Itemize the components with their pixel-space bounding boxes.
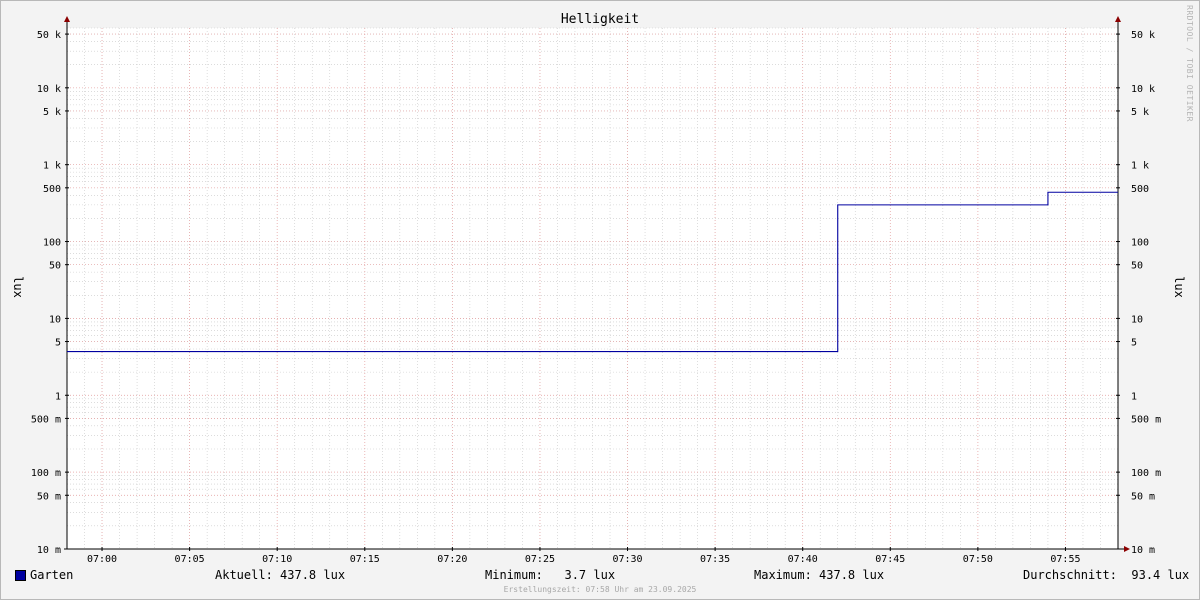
x-tick-label: 07:55 — [1050, 554, 1080, 565]
x-tick-label: 07:00 — [87, 554, 117, 565]
x-tick-label: 07:10 — [262, 554, 292, 565]
watermark: RRDTOOL / TOBI OETIKER — [1185, 5, 1194, 122]
y-tick-label-left: 10 — [49, 314, 61, 325]
y-axis-arrow-right — [1115, 16, 1121, 22]
y-tick-label-left: 50 m — [37, 491, 61, 502]
creation-timestamp: Erstellungszeit: 07:58 Uhr am 23.09.2025 — [503, 585, 697, 594]
y-tick-label-right: 5 — [1131, 338, 1137, 349]
y-tick-label-right: 500 m — [1131, 414, 1161, 425]
x-tick-label: 07:45 — [875, 554, 905, 565]
y-tick-label-right: 1 k — [1131, 161, 1149, 172]
legend-average: Durchschnitt: 93.4 lux — [1023, 568, 1190, 582]
y-tick-label-right: 10 k — [1131, 84, 1155, 95]
y-tick-label-right: 50 — [1131, 261, 1143, 272]
legend: Garten Aktuell: 437.8 lux Minimum: 3.7 l… — [0, 568, 1200, 584]
y-tick-label-left: 5 — [55, 338, 61, 349]
legend-minimum: Minimum: 3.7 lux — [485, 568, 616, 582]
y-tick-label-left: 100 — [43, 238, 61, 249]
y-tick-labels-left: 50 k 10 k 5 k 1 k 500 100 50 10 5 1 500 m 100 m 50 m… — [31, 30, 61, 556]
legend-series-name: Garten — [30, 568, 74, 582]
y-tick-label-left: 10 m — [37, 545, 61, 556]
y-tick-label-left: 500 m — [31, 414, 61, 425]
y-tick-label-right: 100 m — [1131, 468, 1161, 479]
y-tick-label-right: 100 — [1131, 238, 1149, 249]
x-tick-label: 07:20 — [437, 554, 467, 565]
y-tick-label-left: 5 k — [43, 107, 61, 118]
y-tick-label-left: 500 — [43, 184, 61, 195]
y-tick-label-right: 50 m — [1131, 491, 1155, 502]
legend-current: Aktuell: 437.8 lux — [215, 568, 346, 582]
y-tick-labels-right: 50 k 10 k 5 k 1 k 500 100 50 10 5 1 500 m 100 m 50 m… — [1131, 30, 1161, 556]
chart-title: Helligkeit — [561, 12, 639, 27]
x-tick-label: 07:15 — [350, 554, 380, 565]
y-axis-label-left: lux — [11, 276, 25, 298]
x-tick-labels: 07:00 07:05 07:10 07:15 07:20 07:25 07:30 07:35… — [87, 554, 1081, 565]
x-tick-label: 07:40 — [788, 554, 818, 565]
legend-maximum: Maximum: 437.8 lux — [754, 568, 885, 582]
chart-svg: 50 k 10 k 5 k 1 k 500 100 50 10 5 1 500 m 100 m 50 m… — [11, 5, 1194, 565]
x-tick-label: 07:30 — [612, 554, 642, 565]
x-tick-label: 07:35 — [700, 554, 730, 565]
y-tick-label-right: 50 k — [1131, 30, 1155, 41]
y-tick-label-left: 1 k — [43, 161, 61, 172]
y-tick-label-right: 5 k — [1131, 107, 1149, 118]
y-axis-label-right: lux — [1172, 276, 1186, 298]
x-axis-arrow — [1124, 546, 1130, 552]
y-axis-arrow-left — [64, 16, 70, 22]
y-tick-label-right: 10 — [1131, 314, 1143, 325]
y-tick-label-right: 500 — [1131, 184, 1149, 195]
x-tick-label: 07:50 — [963, 554, 993, 565]
y-tick-label-right: 10 m — [1131, 545, 1155, 556]
x-tick-label: 07:25 — [525, 554, 555, 565]
y-tick-label-left: 10 k — [37, 84, 61, 95]
x-tick-label: 07:05 — [175, 554, 205, 565]
y-tick-label-left: 50 — [49, 261, 61, 272]
y-tick-label-right: 1 — [1131, 391, 1137, 402]
y-tick-label-left: 1 — [55, 391, 61, 402]
y-tick-label-left: 100 m — [31, 468, 61, 479]
y-tick-label-left: 50 k — [37, 30, 61, 41]
